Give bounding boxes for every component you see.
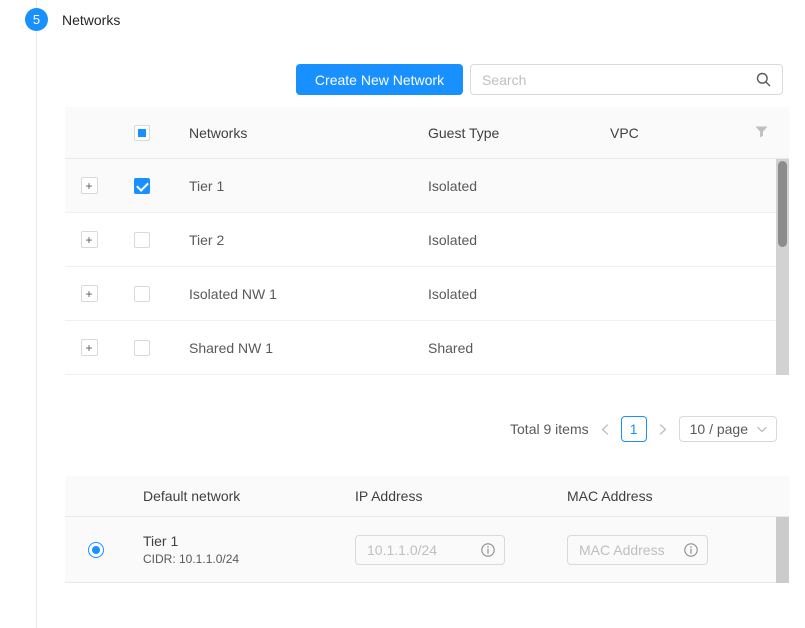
filter-cell: [733, 125, 789, 141]
default-network-column-header: Default network: [127, 488, 355, 504]
row-checkbox[interactable]: [134, 286, 150, 302]
search-input[interactable]: [471, 72, 756, 88]
default-network-cidr: CIDR: 10.1.1.0/24: [143, 552, 355, 566]
mac-address-column-header: MAC Address: [567, 488, 789, 504]
guest-type-value: Isolated: [411, 178, 593, 194]
pagination-total: Total 9 items: [510, 421, 589, 437]
info-icon: [684, 543, 698, 557]
guest-type-column-header: Guest Type: [411, 125, 593, 141]
guest-type-value: Shared: [411, 340, 593, 356]
default-network-table-header: Default network IP Address MAC Address: [65, 476, 789, 517]
step-number-badge: 5: [25, 8, 48, 31]
default-network-row[interactable]: Tier 1 CIDR: 10.1.1.0/24: [65, 517, 789, 583]
row-checkbox[interactable]: [134, 340, 150, 356]
network-name: Tier 2: [171, 232, 411, 248]
networks-table: Networks Guest Type VPC + Tier 1 Isolate…: [65, 107, 789, 375]
filter-icon[interactable]: [755, 125, 768, 141]
default-network-radio[interactable]: [88, 542, 104, 558]
guest-type-value: Isolated: [411, 232, 593, 248]
select-all-checkbox[interactable]: [134, 125, 150, 141]
networks-table-body: + Tier 1 Isolated + Tier 2 Isolated + Is…: [65, 159, 789, 375]
step-title: Networks: [62, 12, 120, 28]
step-rail-line: [36, 0, 37, 628]
row-checkbox[interactable]: [134, 178, 150, 194]
info-icon: [481, 543, 495, 557]
step-number: 5: [33, 12, 40, 27]
table-scrollbar[interactable]: [776, 159, 789, 375]
mac-address-input[interactable]: [568, 542, 684, 558]
row-checkbox[interactable]: [134, 232, 150, 248]
table-row[interactable]: + Tier 1 Isolated: [65, 159, 789, 213]
expand-row-button[interactable]: +: [81, 177, 98, 194]
vpc-column-header: VPC: [593, 125, 733, 141]
search-box[interactable]: [470, 64, 783, 95]
table-row[interactable]: + Tier 2 Isolated: [65, 213, 789, 267]
ip-address-column-header: IP Address: [355, 488, 567, 504]
expand-row-button[interactable]: +: [81, 231, 98, 248]
table-scrollbar[interactable]: [776, 517, 789, 583]
select-all-cell: [113, 125, 171, 141]
network-name: Shared NW 1: [171, 340, 411, 356]
scrollbar-thumb[interactable]: [778, 161, 787, 247]
page-size-select[interactable]: 10 / page: [679, 416, 777, 442]
mac-address-field[interactable]: [567, 535, 708, 565]
next-page-icon[interactable]: [656, 424, 670, 435]
guest-type-value: Isolated: [411, 286, 593, 302]
table-row[interactable]: + Shared NW 1 Shared: [65, 321, 789, 375]
networks-table-header: Networks Guest Type VPC: [65, 107, 789, 159]
current-page-button[interactable]: 1: [621, 416, 647, 442]
ip-address-input[interactable]: [356, 542, 481, 558]
networks-column-header: Networks: [171, 125, 411, 141]
create-new-network-button[interactable]: Create New Network: [296, 64, 463, 95]
pagination: Total 9 items 1 10 / page: [510, 416, 777, 442]
expand-row-button[interactable]: +: [81, 285, 98, 302]
networks-step-screen: 5 Networks Create New Network Networks G…: [0, 0, 805, 628]
chevron-down-icon: [757, 426, 767, 433]
default-network-table: Default network IP Address MAC Address T…: [65, 476, 789, 583]
network-name: Isolated NW 1: [171, 286, 411, 302]
search-icon[interactable]: [756, 72, 771, 87]
network-name: Tier 1: [171, 178, 411, 194]
default-network-name: Tier 1: [143, 533, 355, 549]
ip-address-field[interactable]: [355, 535, 505, 565]
prev-page-icon[interactable]: [598, 424, 612, 435]
page-size-value: 10 / page: [690, 421, 748, 437]
table-row[interactable]: + Isolated NW 1 Isolated: [65, 267, 789, 321]
expand-row-button[interactable]: +: [81, 339, 98, 356]
